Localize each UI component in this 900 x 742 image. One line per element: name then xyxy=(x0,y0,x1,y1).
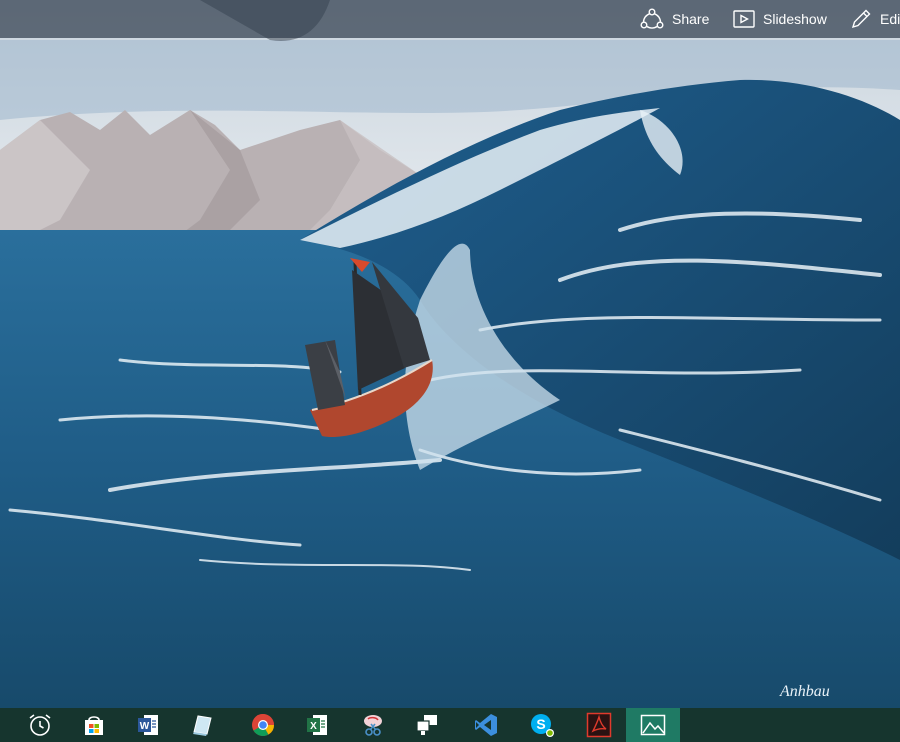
taskbar-notes[interactable] xyxy=(175,708,229,742)
taskbar-chrome[interactable] xyxy=(236,708,290,742)
taskbar-acrobat[interactable] xyxy=(572,708,626,742)
pencil-icon xyxy=(850,8,872,30)
taskbar-skype[interactable]: S xyxy=(515,708,569,742)
slideshow-label: Slideshow xyxy=(763,11,827,27)
excel-icon: X xyxy=(304,712,330,738)
svg-text:X: X xyxy=(310,721,317,732)
taskbar-excel[interactable]: X xyxy=(290,708,344,742)
notes-icon xyxy=(189,712,215,738)
store-icon xyxy=(81,712,107,738)
taskbar: W X S xyxy=(0,708,900,742)
photos-icon xyxy=(640,714,666,736)
skype-icon: S xyxy=(529,712,555,738)
taskbar-photos[interactable] xyxy=(626,708,680,742)
signature-mark: Anhbau xyxy=(779,683,830,700)
edit-label: Edi xyxy=(880,11,900,27)
share-icon xyxy=(640,8,664,30)
painting-image: Anhbau xyxy=(0,0,900,708)
remote-desktop-icon xyxy=(414,712,440,738)
acrobat-icon xyxy=(586,712,612,738)
taskbar-store[interactable] xyxy=(67,708,121,742)
word-icon: W xyxy=(135,712,161,738)
svg-text:S: S xyxy=(536,716,545,732)
taskbar-alarms[interactable] xyxy=(13,708,67,742)
taskbar-word[interactable]: W xyxy=(121,708,175,742)
slideshow-button[interactable]: Slideshow xyxy=(733,0,827,38)
visual-studio-icon xyxy=(473,712,499,738)
slideshow-icon xyxy=(733,10,755,28)
taskbar-visual-studio[interactable] xyxy=(459,708,513,742)
command-bar: Share Slideshow Edi xyxy=(0,0,900,38)
share-button[interactable]: Share xyxy=(640,0,709,38)
taskbar-remote-desktop[interactable] xyxy=(400,708,454,742)
chrome-icon xyxy=(250,712,276,738)
snipping-tool-icon xyxy=(360,712,386,738)
taskbar-snipping-tool[interactable] xyxy=(346,708,400,742)
alarm-clock-icon xyxy=(27,712,53,738)
svg-text:W: W xyxy=(140,721,150,732)
edit-button[interactable]: Edi xyxy=(850,0,900,38)
share-label: Share xyxy=(672,11,710,27)
